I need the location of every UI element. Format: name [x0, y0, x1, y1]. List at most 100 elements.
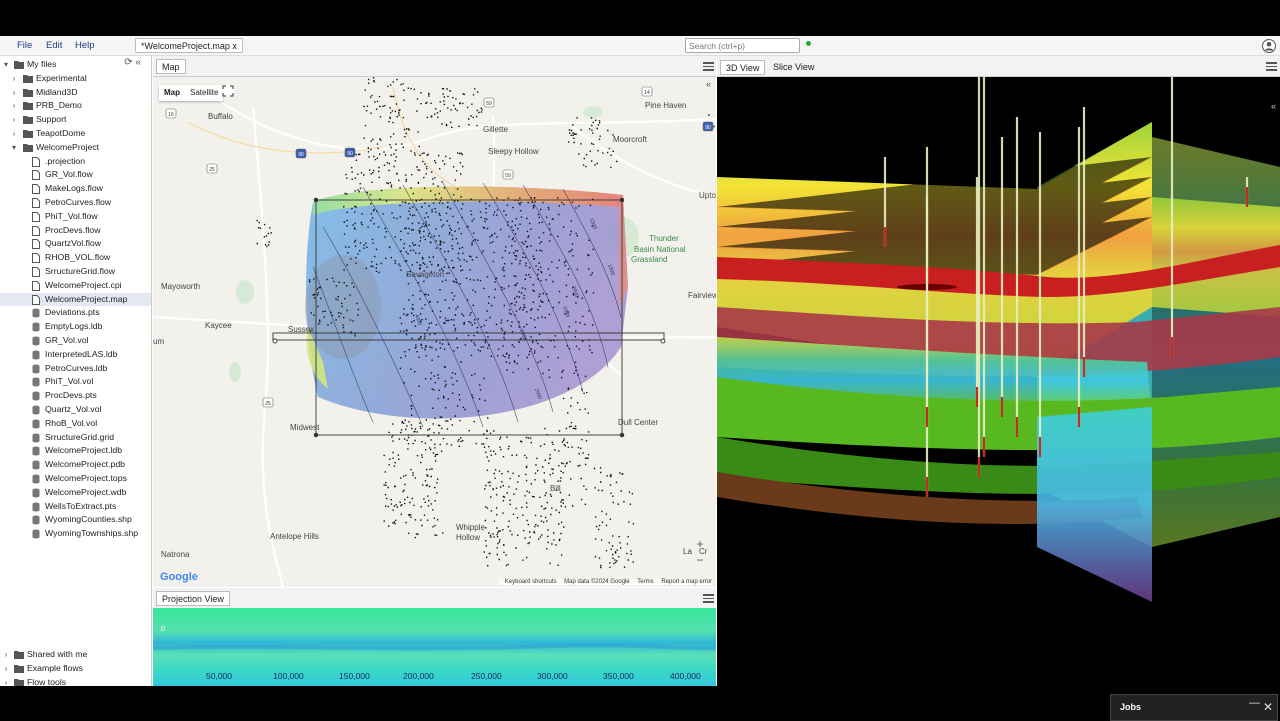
tree-item-label: RHOB_VOL.flow — [45, 252, 111, 263]
tree-file[interactable]: PhiT_Vol.vol — [0, 375, 151, 388]
document-file-icon — [32, 267, 42, 277]
tree-file[interactable]: Quartz_Vol.vol — [0, 403, 151, 416]
folder-open-icon — [23, 143, 33, 152]
sidebar-section-shared-with-me[interactable]: › Shared with me — [0, 648, 151, 661]
close-icon[interactable]: ✕ — [1263, 700, 1273, 714]
3d-panel-menu-icon[interactable] — [1266, 62, 1277, 71]
tree-file[interactable]: WelcomeProject.pdb — [0, 458, 151, 471]
fullscreen-icon[interactable] — [222, 85, 234, 97]
3d-view-header: 3D View Slice View — [717, 56, 1280, 77]
tree-file[interactable]: PetroCurves.ldb — [0, 362, 151, 375]
tab-map[interactable]: Map — [156, 59, 186, 74]
tree-file[interactable]: WyomingTownships.shp — [0, 527, 151, 540]
tab-3d-view[interactable]: 3D View — [720, 60, 766, 75]
tree-file[interactable]: InterpretedLAS.ldb — [0, 348, 151, 361]
expand-arrow-open-icon[interactable]: ▾ — [10, 141, 18, 154]
tree-folder[interactable]: › Support — [0, 113, 151, 126]
tree-file[interactable]: WelcomeProject.cpi — [0, 279, 151, 292]
zoom-out-button[interactable]: − — [693, 553, 707, 567]
tree-file[interactable]: WyomingCounties.shp — [0, 513, 151, 526]
tree-item-label: WyomingCounties.shp — [45, 514, 132, 525]
sidebar-section-example-flows[interactable]: › Example flows — [0, 662, 151, 675]
expand-arrow-closed-icon[interactable]: › — [2, 676, 10, 686]
document-file-icon — [32, 225, 42, 236]
svg-text:90: 90 — [298, 152, 304, 158]
keyboard-shortcuts-link[interactable]: Keyboard shortcuts — [505, 579, 557, 585]
tree-folder[interactable]: › TeapotDome — [0, 127, 151, 140]
tree-file[interactable]: EmptyLogs.ldb — [0, 320, 151, 333]
highway-shield-icon: 90 — [702, 121, 714, 132]
user-account-icon[interactable] — [1262, 39, 1276, 53]
projection-canvas[interactable]: 0 50,000 100,000 150,000 200,000 250,000 300,… — [153, 608, 716, 686]
minimize-icon[interactable]: — — [1249, 697, 1260, 709]
tree-file[interactable]: SrructureGrid.grid — [0, 431, 151, 444]
3d-view-panel: 3D View Slice View « — [717, 56, 1280, 686]
map-layer[interactable]: 161490 905990252559 150015001000250020002… — [153, 77, 716, 587]
collapse-map-icon[interactable]: « — [706, 79, 711, 89]
expand-arrow-closed-icon[interactable]: › — [10, 127, 18, 140]
expand-arrow-closed-icon[interactable]: › — [2, 648, 10, 661]
tab-slice-view[interactable]: Slice View — [773, 62, 814, 72]
zoom-in-button[interactable]: + — [693, 537, 707, 551]
map-canvas[interactable]: 16 14 90 90 59 90 25 25 59 1500 1500 1000 2500 2000 2… — [153, 77, 716, 587]
map-place-label: Savageton — [406, 270, 445, 279]
folder-icon — [23, 74, 33, 83]
tree-item-label: MakeLogs.flow — [45, 183, 103, 194]
tree-file[interactable]: Deviations.pts — [0, 306, 151, 319]
menu-file[interactable]: File — [17, 40, 32, 51]
map-panel-menu-icon[interactable] — [703, 62, 714, 71]
report-error-link[interactable]: Report a map error — [661, 579, 712, 585]
file-tree-sidebar: ⟳ « ▾ My files › Experimental › Midland3D › PRB… — [0, 56, 152, 686]
document-tab[interactable]: *WelcomeProject.map x — [135, 38, 243, 53]
tree-file-selected[interactable]: WelcomeProject.map — [0, 292, 151, 306]
tree-root-my-files[interactable]: ▾ My files — [0, 58, 151, 71]
tree-file[interactable]: .projection — [0, 155, 151, 168]
menu-help[interactable]: Help — [75, 40, 95, 51]
terms-link[interactable]: Terms — [637, 579, 653, 585]
tree-item-label: WelcomeProject.map — [45, 293, 128, 304]
expand-arrow-open-icon[interactable]: ▾ — [2, 58, 10, 71]
tree-file[interactable]: MakeLogs.flow — [0, 182, 151, 195]
map-type-map-button[interactable]: Map — [159, 85, 185, 101]
3d-scene-canvas[interactable]: « — [717, 77, 1280, 686]
tree-folder[interactable]: › PRB_Demo — [0, 99, 151, 112]
map-place-label: Buffalo — [208, 112, 233, 121]
expand-arrow-closed-icon[interactable]: › — [10, 86, 18, 99]
tree-file[interactable]: GR_Vol.flow — [0, 168, 151, 181]
projection-panel-menu-icon[interactable] — [703, 594, 714, 603]
tree-file[interactable]: WelcomeProject.wdb — [0, 486, 151, 499]
tree-file[interactable]: SrructureGrid.flow — [0, 265, 151, 278]
tree-file[interactable]: PhiT_Vol.flow — [0, 210, 151, 223]
x-axis-tick-label: 50,000 — [206, 671, 232, 681]
tree-file[interactable]: RHOB_VOL.flow — [0, 251, 151, 264]
folder-icon — [23, 88, 33, 97]
expand-arrow-closed-icon[interactable]: › — [10, 113, 18, 126]
x-axis-tick-label: 150,000 — [339, 671, 370, 681]
x-axis-tick-label: 400,000 — [670, 671, 701, 681]
collapse-3d-icon[interactable]: « — [1271, 101, 1276, 111]
tree-file[interactable]: WelcomeProject.ldb — [0, 444, 151, 457]
tab-projection-view[interactable]: Projection View — [156, 591, 230, 606]
tree-folder[interactable]: › Experimental — [0, 72, 151, 85]
tree-file[interactable]: WellsToExtract.pts — [0, 500, 151, 513]
tree-file[interactable]: WelcomeProject.tops — [0, 472, 151, 485]
sidebar-section-flow-tools[interactable]: › Flow tools — [0, 676, 151, 686]
map-type-satellite-button[interactable]: Satellite — [185, 85, 223, 101]
expand-arrow-closed-icon[interactable]: › — [10, 99, 18, 112]
tree-folder[interactable]: › Midland3D — [0, 86, 151, 99]
tree-item-label: .projection — [45, 155, 86, 166]
menu-edit[interactable]: Edit — [46, 40, 62, 51]
expand-arrow-closed-icon[interactable]: › — [10, 72, 18, 85]
sidebar-section-label: Flow tools — [27, 677, 67, 686]
tree-file[interactable]: ProcDevs.pts — [0, 389, 151, 402]
tree-folder-welcomeproject[interactable]: ▾ WelcomeProject — [0, 141, 151, 154]
tree-file[interactable]: QuartzVol.flow — [0, 237, 151, 250]
tree-file[interactable]: PetroCurves.flow — [0, 196, 151, 209]
3d-scene[interactable] — [717, 77, 1280, 686]
expand-arrow-closed-icon[interactable]: › — [2, 662, 10, 675]
tree-file[interactable]: ProcDevs.flow — [0, 224, 151, 237]
map-place-label: Kaycee — [205, 321, 232, 330]
tree-file[interactable]: GR_Vol.vol — [0, 334, 151, 347]
tree-file[interactable]: RhoB_Vol.vol — [0, 417, 151, 430]
search-input[interactable] — [685, 38, 800, 53]
